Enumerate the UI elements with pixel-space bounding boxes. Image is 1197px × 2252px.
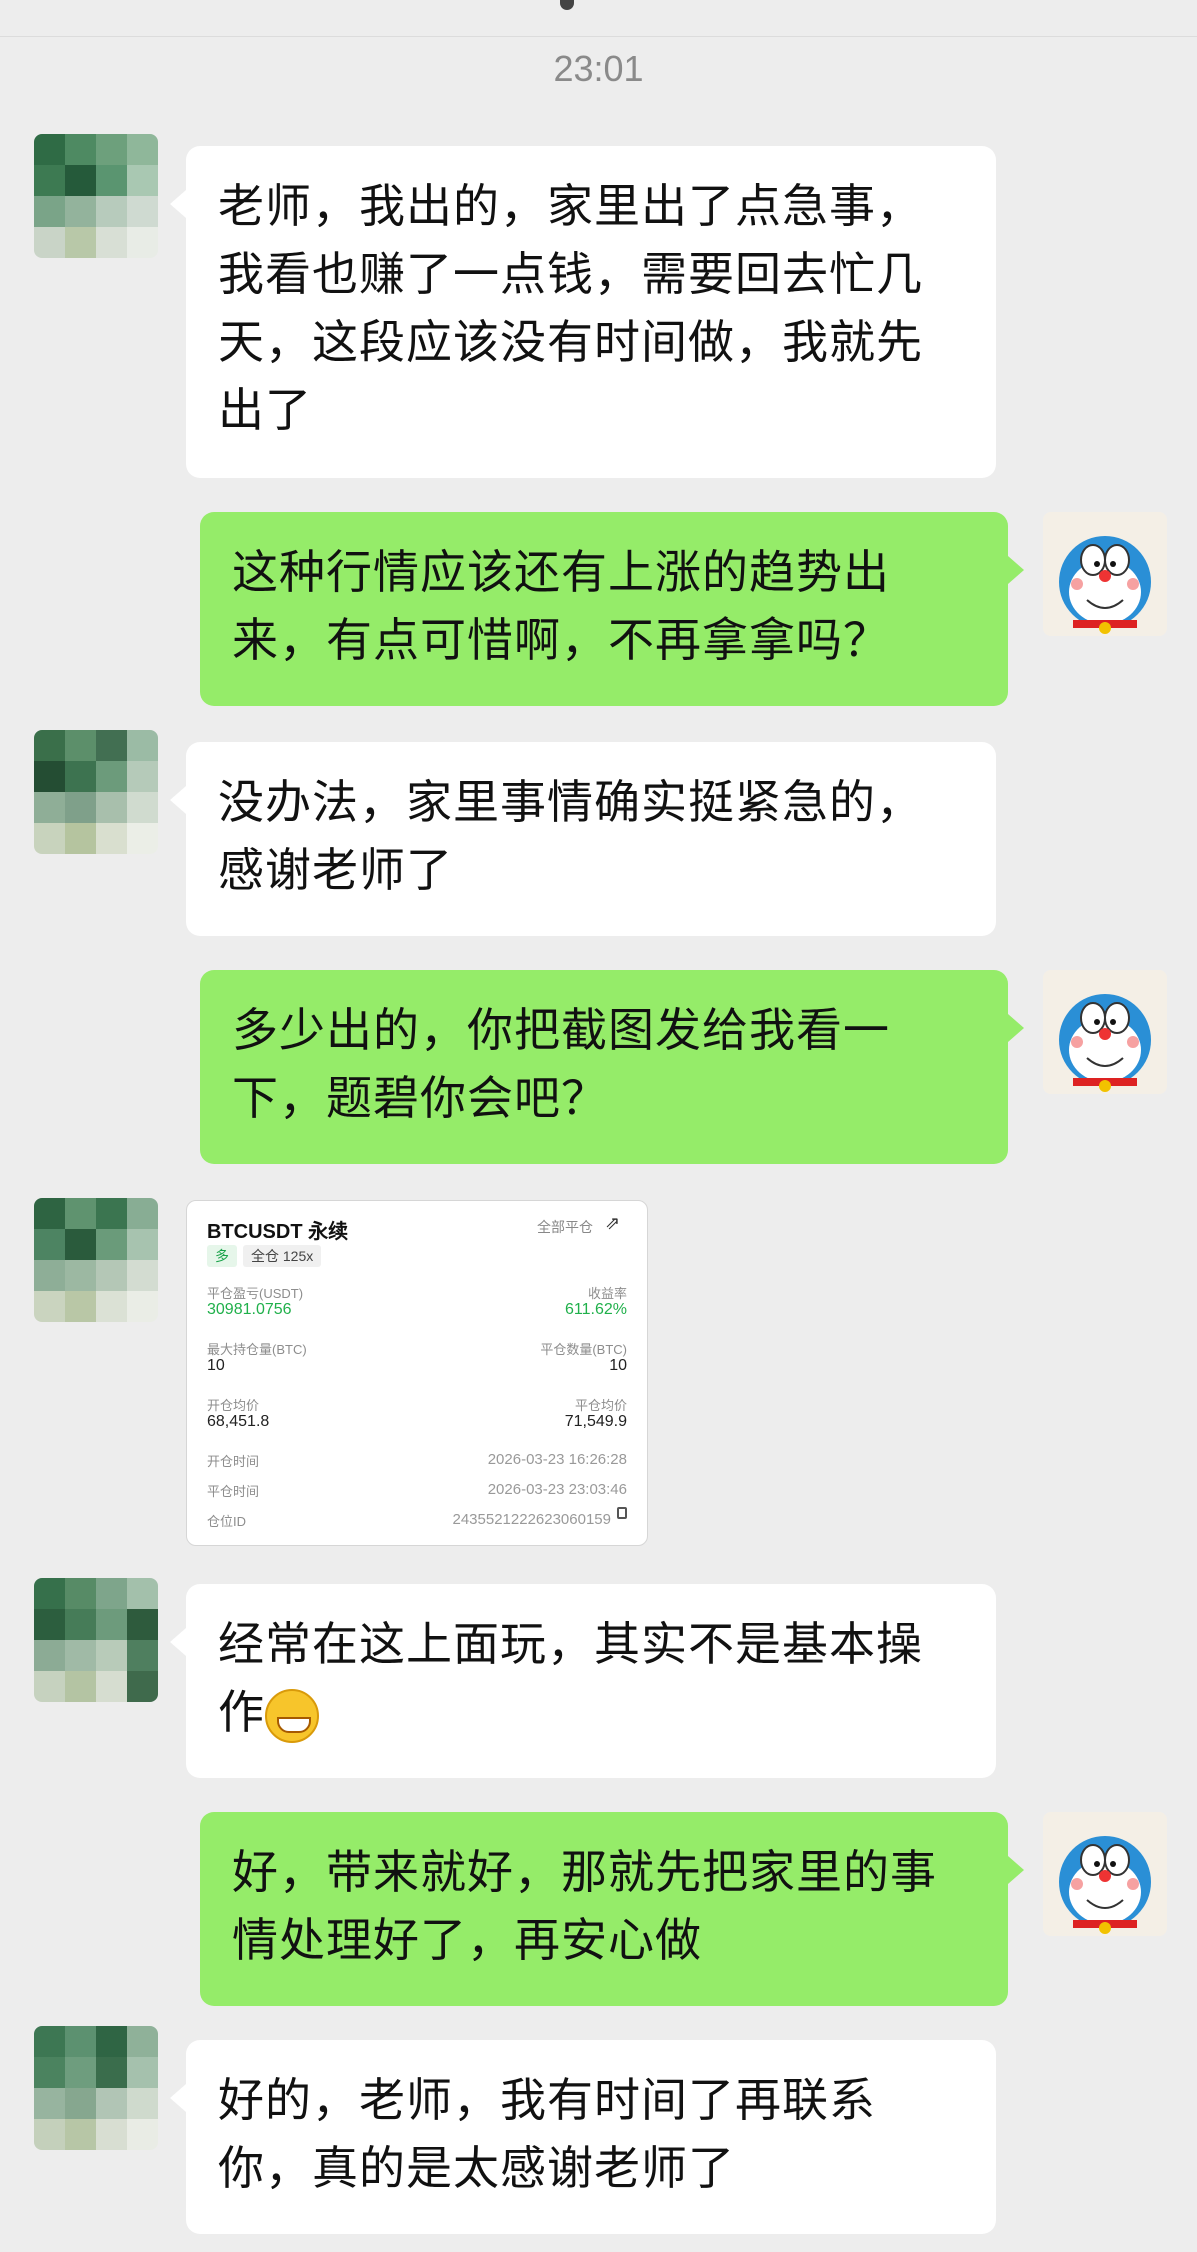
max-position-value: 10 (207, 1357, 225, 1374)
doraemon-avatar-icon (1043, 1812, 1167, 1936)
contact-avatar[interactable] (34, 134, 158, 258)
close-avg-label: 平仓均价 (574, 1398, 627, 1413)
position-id-label: 仓位ID (207, 1514, 247, 1529)
close-all-label: 全部平仓 (537, 1219, 593, 1235)
message-bubble[interactable]: 老师，我出的，家里出了点急事，我看也赚了一点钱，需要回去忙几天，这段应该没有时间… (170, 146, 996, 478)
open-avg-value: 68,451.8 (207, 1413, 270, 1430)
grinning-face-emoji-icon (265, 1688, 319, 1743)
open-time-label: 开仓时间 (207, 1454, 260, 1469)
roi-value: 611.62% (565, 1301, 627, 1318)
self-avatar[interactable] (1043, 512, 1167, 636)
close-time-value: 2026-03-23 23:03:46 (487, 1481, 627, 1498)
side-tag: 多 (207, 1245, 237, 1267)
close-avg-value: 71,549.9 (564, 1413, 627, 1430)
close-qty-value: 10 (609, 1357, 627, 1374)
pnl-value: 30981.0756 (207, 1301, 292, 1318)
open-time-value: 2026-03-23 16:26:28 (487, 1451, 627, 1468)
position-id-value: 2435521222623060159 (452, 1511, 611, 1528)
self-avatar[interactable] (1043, 1812, 1167, 1936)
message-bubble[interactable]: 多少出的，你把截图发给我看一下，题碧你会吧？ (200, 970, 1024, 1164)
message-text: 经常在这上面玩，其实不是基本操作 (218, 1617, 923, 1739)
message-bubble[interactable]: 经常在这上面玩，其实不是基本操作 (170, 1584, 996, 1778)
doraemon-avatar-icon (1043, 970, 1167, 1094)
contact-avatar[interactable] (34, 730, 158, 854)
copy-icon[interactable] (617, 1507, 627, 1519)
contact-avatar[interactable] (34, 2026, 158, 2150)
doraemon-avatar-icon (1043, 512, 1167, 636)
pnl-label: 平仓盈亏(USDT) (207, 1286, 304, 1301)
status-indicator (560, 0, 574, 10)
close-qty-label: 平仓数量(BTC) (540, 1342, 627, 1357)
top-bar (0, 0, 1197, 37)
message-bubble[interactable]: 这种行情应该还有上涨的趋势出来，有点可惜啊，不再拿拿吗？ (200, 512, 1024, 706)
max-position-label: 最大持仓量(BTC) (207, 1342, 307, 1357)
message-bubble[interactable]: 没办法，家里事情确实挺紧急的，感谢老师了 (170, 742, 996, 936)
roi-label: 收益率 (587, 1286, 627, 1301)
trade-screenshot-card[interactable]: BTCUSDT 永续 全部平仓 ⇗ 多 全仓 125x 平仓盈亏(USDT) 3… (186, 1200, 648, 1546)
timestamp: 23:01 (553, 48, 644, 89)
self-avatar[interactable] (1043, 970, 1167, 1094)
share-icon: ⇗ (605, 1213, 621, 1233)
card-title: BTCUSDT 永续 (207, 1221, 349, 1243)
leverage-tag: 全仓 125x (243, 1245, 322, 1267)
open-avg-label: 开仓均价 (207, 1398, 260, 1413)
close-time-label: 平仓时间 (207, 1484, 260, 1499)
message-bubble[interactable]: 好，带来就好，那就先把家里的事情处理好了，再安心做 (200, 1812, 1024, 2006)
message-bubble[interactable]: 好的，老师，我有时间了再联系你，真的是太感谢老师了 (170, 2040, 996, 2234)
contact-avatar[interactable] (34, 1198, 158, 1322)
contact-avatar[interactable] (34, 1578, 158, 1702)
